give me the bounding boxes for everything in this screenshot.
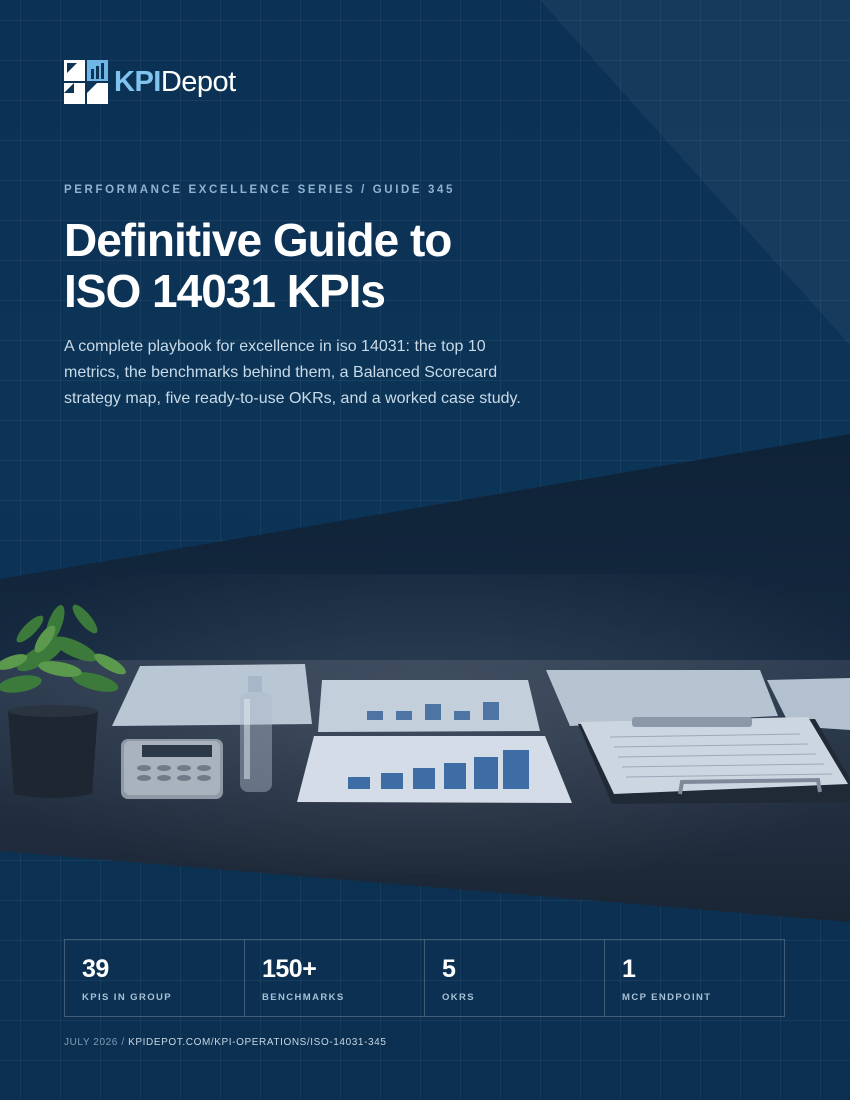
brand-logo: KPIDepot [64, 60, 236, 104]
stat-value: 5 [442, 955, 456, 983]
brand-name-rest: Depot [160, 65, 236, 98]
stat-label: BENCHMARKS [262, 992, 345, 1003]
footer-separator: / [117, 1037, 129, 1048]
cover-page: KPIDepot PERFORMANCE EXCELLENCE SERIES /… [0, 0, 850, 1100]
footer-url-link[interactable]: KPIDEPOT.COM/KPI-OPERATIONS/ISO-14031-34… [128, 1037, 386, 1048]
stat-value: 1 [622, 955, 636, 983]
brand-wordmark: KPIDepot [114, 65, 236, 98]
footer-date: JULY 2026 [64, 1037, 118, 1048]
stat-label: OKRS [442, 992, 476, 1003]
stat-okrs: 5 OKRS [425, 940, 605, 1016]
stats-bar: 39 KPIS IN GROUP 150+ BENCHMARKS 5 OKRS … [64, 939, 785, 1017]
series-eyebrow: PERFORMANCE EXCELLENCE SERIES / GUIDE 34… [64, 184, 455, 196]
stat-value: 39 [82, 955, 109, 983]
lede-paragraph: A complete playbook for excellence in is… [64, 338, 521, 408]
title-line-1: Definitive Guide to [64, 214, 452, 266]
stat-kpis: 39 KPIS IN GROUP [65, 940, 245, 1016]
stat-label: MCP ENDPOINT [622, 992, 712, 1003]
stat-label: KPIS IN GROUP [82, 992, 172, 1003]
page-title: Definitive Guide to ISO 14031 KPIs [64, 215, 664, 316]
stat-value: 150+ [262, 955, 317, 983]
title-line-2: ISO 14031 KPIs [64, 264, 386, 317]
stat-mcp-endpoint: 1 MCP ENDPOINT [605, 940, 784, 1016]
brand-name-strong: KPI [114, 65, 161, 98]
footer: JULY 2026 / KPIDEPOT.COM/KPI-OPERATIONS/… [64, 1037, 386, 1048]
stat-benchmarks: 150+ BENCHMARKS [245, 940, 425, 1016]
kpidepot-logo-icon [64, 60, 108, 104]
